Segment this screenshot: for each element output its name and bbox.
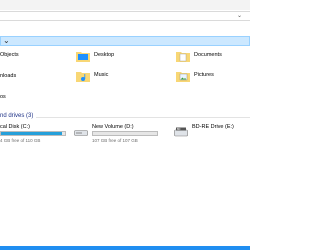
folder-videos-label[interactable]: os [0,94,6,100]
drive-e[interactable]: BD BD-RE Drive (E:) [174,124,244,146]
address-dropdown-icon[interactable]: ⌄ [237,13,242,19]
drive-usage-bar [0,131,66,136]
folders-group-header[interactable]: ⌄ [0,36,250,46]
drive-name: BD-RE Drive (E:) [192,124,234,130]
folder-label: Desktop [94,52,115,58]
folder-label: Music [94,72,109,78]
svg-text:BD: BD [177,128,181,131]
chevron-down-icon[interactable]: ⌄ [3,36,10,46]
section-divider [36,117,250,118]
pictures-folder-icon [176,72,190,82]
drive-free-text: 4 GB free of 110 GB [0,138,41,143]
hard-drive-icon [74,130,88,136]
drive-usage-fill [1,132,63,135]
drive-usage-bar [92,131,158,136]
desktop-folder-icon [76,52,90,62]
folder-label: Pictures [194,72,214,78]
address-bar[interactable] [0,11,250,21]
drive-name: New Volume (D:) [92,124,134,130]
drive-free-text: 107 GB free of 107 GB [92,138,138,143]
drive-c[interactable]: cal Disk (C:) 4 GB free of 110 GB [0,124,76,146]
music-folder-icon [76,72,90,82]
folder-3d-objects-label[interactable]: Objects [0,52,19,58]
title-bar [0,0,250,10]
documents-folder-icon [176,52,190,62]
folder-downloads-label[interactable]: nloads [0,73,16,79]
devices-drives-header[interactable]: nd drives (3) [0,113,33,119]
drive-name: cal Disk (C:) [0,124,30,130]
taskbar-edge [0,246,250,250]
folder-label: Documents [194,52,222,58]
drive-d[interactable]: New Volume (D:) 107 GB free of 107 GB [74,124,169,146]
optical-drive-icon: BD [174,127,188,137]
